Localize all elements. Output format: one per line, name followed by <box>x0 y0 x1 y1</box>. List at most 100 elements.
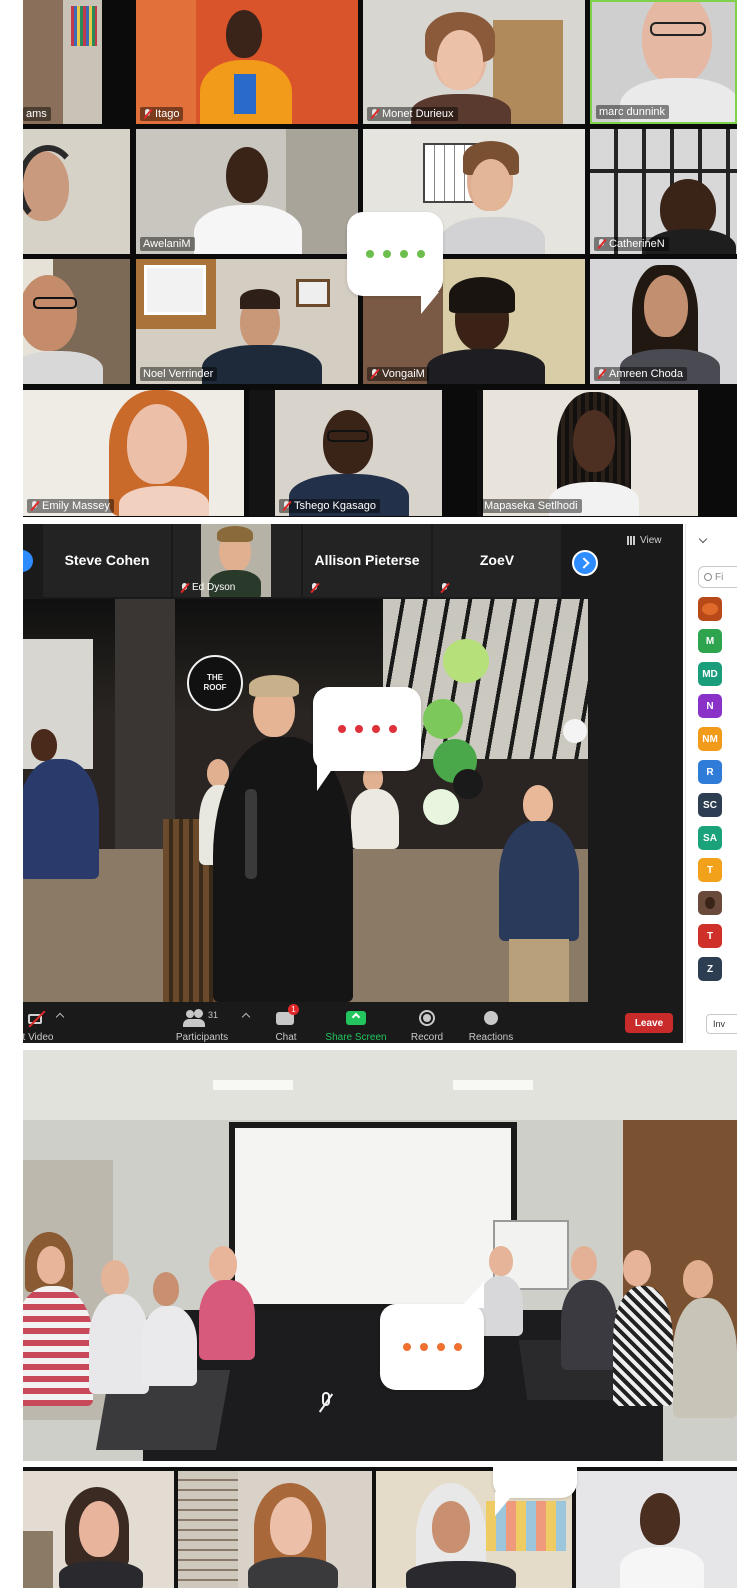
record-button[interactable]: Record <box>392 1008 462 1043</box>
video-tile[interactable] <box>576 1471 737 1588</box>
participant-name: Allison Pieterse <box>314 552 420 568</box>
stop-video-button[interactable]: t Video <box>23 1008 73 1043</box>
people-icon: 31 <box>182 1008 222 1028</box>
participant-name-tag: ams <box>23 107 51 121</box>
video-off-icon <box>28 1008 48 1028</box>
speaker-view-panel: Steve Cohen Ed Dyson Allison Pieterse Zo… <box>23 524 737 1043</box>
venue-sign-text: THE ROOF <box>203 673 227 692</box>
participant-avatar[interactable]: Z <box>698 957 722 981</box>
video-tile[interactable]: AwelaniM <box>136 129 358 254</box>
reactions-button[interactable]: Reactions <box>456 1008 526 1043</box>
reactions-label: Reactions <box>468 1032 514 1043</box>
video-tile[interactable]: CatherineN <box>590 129 737 254</box>
participant-name-tag: marc dunnink <box>596 105 670 119</box>
video-tile[interactable]: Itago <box>136 0 358 124</box>
mic-muted-icon <box>597 239 606 249</box>
participants-label: Participants <box>175 1032 229 1043</box>
view-button[interactable]: View <box>627 532 662 548</box>
search-placeholder: Fi <box>715 571 724 583</box>
typing-bubble <box>380 1282 484 1390</box>
emoji-icon <box>481 1008 501 1028</box>
participant-avatar[interactable]: MD <box>698 662 722 686</box>
participant-video <box>31 729 57 761</box>
participant-name: CatherineN <box>609 238 665 250</box>
video-tile[interactable] <box>23 129 130 254</box>
previous-page-button[interactable] <box>23 550 33 572</box>
participant-name: Steve Cohen <box>64 552 150 568</box>
participant-name-tag: Ed Dyson <box>177 581 239 594</box>
video-tile[interactable] <box>23 259 130 384</box>
participant-avatar[interactable] <box>698 597 722 621</box>
video-tile[interactable]: Emily Massey <box>23 390 244 516</box>
video-label: t Video <box>23 1032 54 1043</box>
participant-name-tag: VongaiM <box>367 367 429 381</box>
video-tile[interactable]: Mapaseka Setlhodi <box>477 390 698 516</box>
mic-muted-icon <box>180 582 189 593</box>
chat-button[interactable]: 1 Chat <box>251 1004 321 1043</box>
typing-dot <box>399 250 408 258</box>
typing-dot <box>419 1343 428 1351</box>
video-tile[interactable] <box>23 1471 174 1588</box>
mic-muted-icon <box>310 583 319 593</box>
avatar-initials: NM <box>702 733 718 745</box>
participant-name: Emily Massey <box>42 500 110 512</box>
typing-dot <box>453 1343 462 1351</box>
balloon-decor <box>443 639 489 683</box>
video-tile[interactable]: Amreen Choda <box>590 259 737 384</box>
participant-name-tag: Amreen Choda <box>594 367 687 381</box>
video-tile[interactable]: Monet Durieux <box>363 0 585 124</box>
participant-avatar[interactable]: SA <box>698 826 722 850</box>
leave-label: Leave <box>634 1017 664 1029</box>
video-thumbnail[interactable]: ZoeV <box>433 524 561 597</box>
venue-sign: THE ROOF <box>187 655 243 711</box>
video-thumbnail[interactable]: Allison Pieterse <box>303 524 431 597</box>
chat-icon: 1 <box>276 1004 299 1028</box>
participant-name: Monet Durieux <box>382 108 454 120</box>
chat-badge: 1 <box>288 1004 299 1015</box>
video-tile[interactable]: Tshego Kgasago <box>249 390 442 516</box>
panel-collapse-chevron[interactable] <box>698 534 708 544</box>
participant-name-tag: Itago <box>140 107 184 121</box>
video-thumbnail[interactable]: Ed Dyson <box>173 524 301 597</box>
mic-muted-icon <box>143 109 152 119</box>
participant-video <box>640 1493 680 1545</box>
participant-name-tag: Monet Durieux <box>367 107 458 121</box>
next-page-button[interactable] <box>572 550 598 576</box>
active-speaker-video[interactable]: THE ROOF <box>23 599 588 1002</box>
avatar-initials: N <box>706 700 714 712</box>
share-screen-label: Share Screen <box>325 1032 387 1043</box>
participant-avatar[interactable]: NM <box>698 727 722 751</box>
mic-muted-icon <box>282 501 291 511</box>
participant-avatar[interactable]: R <box>698 760 722 784</box>
avatar-initials: Z <box>706 963 714 975</box>
participant-avatar[interactable]: N <box>698 694 722 718</box>
participant-avatar[interactable] <box>698 891 722 915</box>
participant-video <box>642 2 712 84</box>
participant-avatar[interactable]: T <box>698 858 722 882</box>
video-tile[interactable]: marc dunnink <box>590 0 737 124</box>
video-tile[interactable]: Noel Verrinder <box>136 259 358 384</box>
video-tile[interactable]: ams <box>23 0 102 124</box>
gallery-strip-bottom <box>23 1467 737 1588</box>
video-tile[interactable] <box>178 1471 372 1588</box>
participant-search-input[interactable]: Fi <box>698 566 737 588</box>
video-thumbnail[interactable]: Steve Cohen <box>43 524 171 597</box>
participant-avatar[interactable]: SC <box>698 793 722 817</box>
avatar-initials: MD <box>702 668 718 680</box>
mic-muted-icon <box>317 1390 335 1418</box>
typing-bubble <box>493 1467 577 1516</box>
invite-label: Inv <box>713 1019 726 1029</box>
leave-button[interactable]: Leave <box>625 1013 673 1033</box>
participants-button[interactable]: 31 Participants <box>167 1008 237 1043</box>
participant-video <box>226 147 268 203</box>
share-screen-button[interactable]: Share Screen <box>321 1008 391 1043</box>
mic-muted-icon <box>440 583 449 593</box>
participant-avatar[interactable]: M <box>698 629 722 653</box>
participant-name-tag: Noel Verrinder <box>140 367 218 381</box>
invite-button[interactable]: Inv <box>706 1014 737 1034</box>
gallery-view-panel: ams Itago Monet Durieux marc dunnink Awe… <box>23 0 737 517</box>
typing-dot <box>337 725 346 733</box>
participant-video <box>323 410 373 474</box>
participant-avatar[interactable]: T <box>698 924 722 948</box>
avatar-initials: M <box>705 635 715 647</box>
